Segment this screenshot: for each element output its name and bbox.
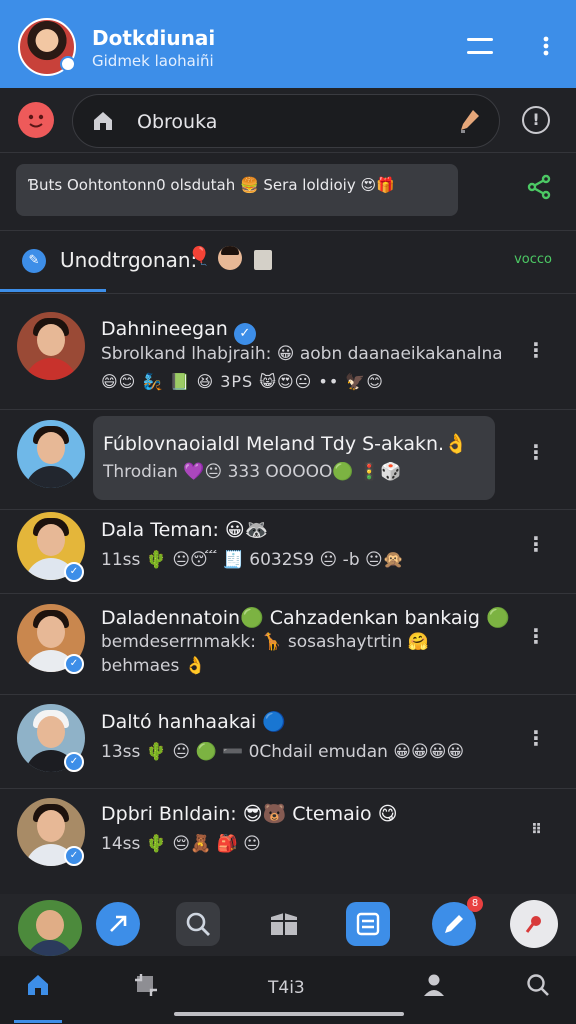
chats-tab-label[interactable]: Unodtrgonan: <box>60 248 197 272</box>
my-avatar[interactable] <box>18 900 82 956</box>
chat-preview: 14ss 🌵 😔🧸 🎒 😐 <box>101 834 261 854</box>
home-icon[interactable] <box>18 972 58 1002</box>
home-icon[interactable] <box>91 109 115 133</box>
chat-name: Fúblovnaoialdl Meland Tdy S-akakn.👌 <box>103 433 468 455</box>
hamburger-icon[interactable] <box>464 30 496 62</box>
banner-text: Ɓuts Oohtontonn0 olsdutah 🍔 Sera loldioi… <box>28 176 395 194</box>
heart-balloon-icon: 🎈 <box>188 246 211 267</box>
gift-box-icon[interactable] <box>262 902 306 946</box>
verified-icon: ✓ <box>64 654 84 674</box>
chat-list: Dahnineegan ✓ Sbrolkand lhabjraih: 😀 aob… <box>0 296 576 890</box>
crop-icon[interactable] <box>126 972 166 1002</box>
quick-actions-dock: 8 <box>0 894 576 956</box>
info-icon[interactable]: ! <box>522 106 550 134</box>
chat-name: Daltó hanhaakai 🔵 <box>101 711 287 733</box>
verified-icon: ✓ <box>64 752 84 772</box>
more-vertical-icon[interactable]: ⋮ <box>526 726 546 750</box>
divider <box>0 293 576 294</box>
search-icon[interactable] <box>176 902 220 946</box>
divider <box>0 694 576 695</box>
chat-name: Dala Teman: 😀🦝 <box>101 519 269 541</box>
profile-avatar[interactable] <box>18 18 76 76</box>
mic-icon[interactable] <box>457 108 481 134</box>
chat-name: Dpbri Bnldain: 😎🐻 Ctemaio 😋 <box>101 803 398 825</box>
chat-item[interactable]: ✓ Daltó hanhaakai 🔵 13ss 🌵 😐 🟢 ➖ 0Chdail… <box>0 696 560 788</box>
bottom-navigation: T4i3 <box>0 956 576 1024</box>
pin-marker-icon[interactable] <box>510 900 558 948</box>
contact-card-icon[interactable] <box>346 902 390 946</box>
header-title: Dotkdiunai <box>92 26 216 50</box>
chat-preview: Sbrolkand lhabjraih: 😀 aobn daanaeikakan… <box>101 344 501 364</box>
notification-badge: 8 <box>467 896 483 912</box>
chat-item[interactable]: Dahnineegan ✓ Sbrolkand lhabjraih: 😀 aob… <box>0 296 560 408</box>
chats-tab-icon[interactable]: ✎ <box>22 249 46 273</box>
search-bar[interactable]: Obrouka <box>72 94 500 148</box>
chat-item[interactable]: ✓ Daladennatoin🟢 Cahzadenkan bankaig 🟢 b… <box>0 594 560 694</box>
verified-icon: ✓ <box>64 562 84 582</box>
pinned-banner[interactable]: Ɓuts Oohtontonn0 olsdutah 🍔 Sera loldioi… <box>16 164 458 216</box>
divider <box>0 230 576 231</box>
tab-avatar <box>218 246 242 270</box>
more-vertical-icon[interactable]: ⋮ <box>526 440 546 464</box>
note-icon <box>254 250 272 270</box>
divider <box>0 152 576 153</box>
active-tab-indicator <box>0 289 106 292</box>
highlighted-chat-bubble <box>93 416 495 500</box>
chat-item[interactable]: ✓ Dala Teman: 😀🦝 11ss 🌵 😐😴 🧾 6032S9 😐 -b… <box>0 510 560 594</box>
grid-dots-icon[interactable]: ⠿ <box>526 818 546 842</box>
verified-icon: ✓ <box>233 323 256 345</box>
share-icon[interactable] <box>524 174 554 204</box>
chat-name: Dahnineegan ✓ <box>101 318 256 345</box>
home-indicator[interactable] <box>174 1012 404 1016</box>
active-nav-indicator <box>14 1020 62 1023</box>
app-header: Dotkdiunai Gidmek laohaiñi <box>0 0 576 88</box>
chat-reactions: 😄😊 🧞 📗 😆 3PS 😸😍😐 •• 🦅😊 <box>101 372 384 391</box>
voice-status: vocco <box>514 252 552 267</box>
share-arrow-icon[interactable] <box>96 902 140 946</box>
chat-preview: 11ss 🌵 😐😴 🧾 6032S9 😐 -b 😐🙊 <box>101 550 404 570</box>
search-icon[interactable] <box>518 972 558 1002</box>
emoji-face-icon[interactable] <box>18 102 54 138</box>
chat-item[interactable]: ✓ Dpbri Bnldain: 😎🐻 Ctemaio 😋 14ss 🌵 😔🧸 … <box>0 790 560 886</box>
search-input[interactable]: Obrouka <box>137 111 217 133</box>
chat-app: Dotkdiunai Gidmek laohaiñi Obrouka ! Ɓut… <box>0 0 576 1024</box>
chat-preview: Throdian 💜😐 333 OOOOO🟢 🚦🎲 <box>103 462 402 482</box>
online-status-dot <box>60 56 76 72</box>
verified-icon: ✓ <box>64 846 84 866</box>
more-vertical-icon[interactable]: ⋮ <box>526 338 546 362</box>
nav-label[interactable]: T4i3 <box>268 978 305 998</box>
chat-item[interactable]: Fúblovnaoialdl Meland Tdy S-akakn.👌 Thro… <box>0 410 560 510</box>
more-vertical-icon[interactable] <box>530 30 562 62</box>
chat-preview: bemdeserrnmakk: 🦒 sosashaytrtin 🤗 <box>101 632 429 652</box>
divider <box>0 788 576 789</box>
header-subtitle: Gidmek laohaiñi <box>92 52 214 70</box>
contact-avatar[interactable] <box>17 420 85 488</box>
contact-avatar[interactable] <box>17 312 85 380</box>
profile-icon[interactable] <box>414 972 454 1002</box>
more-vertical-icon[interactable]: ⋮ <box>526 624 546 648</box>
chat-name: Daladennatoin🟢 Cahzadenkan bankaig 🟢 <box>101 607 510 629</box>
more-vertical-icon[interactable]: ⋮ <box>526 532 546 556</box>
chat-preview: 13ss 🌵 😐 🟢 ➖ 0Chdail emudan 😀😀😀😀 <box>101 742 465 762</box>
chat-preview-line2: behmaes 👌 <box>101 656 206 676</box>
